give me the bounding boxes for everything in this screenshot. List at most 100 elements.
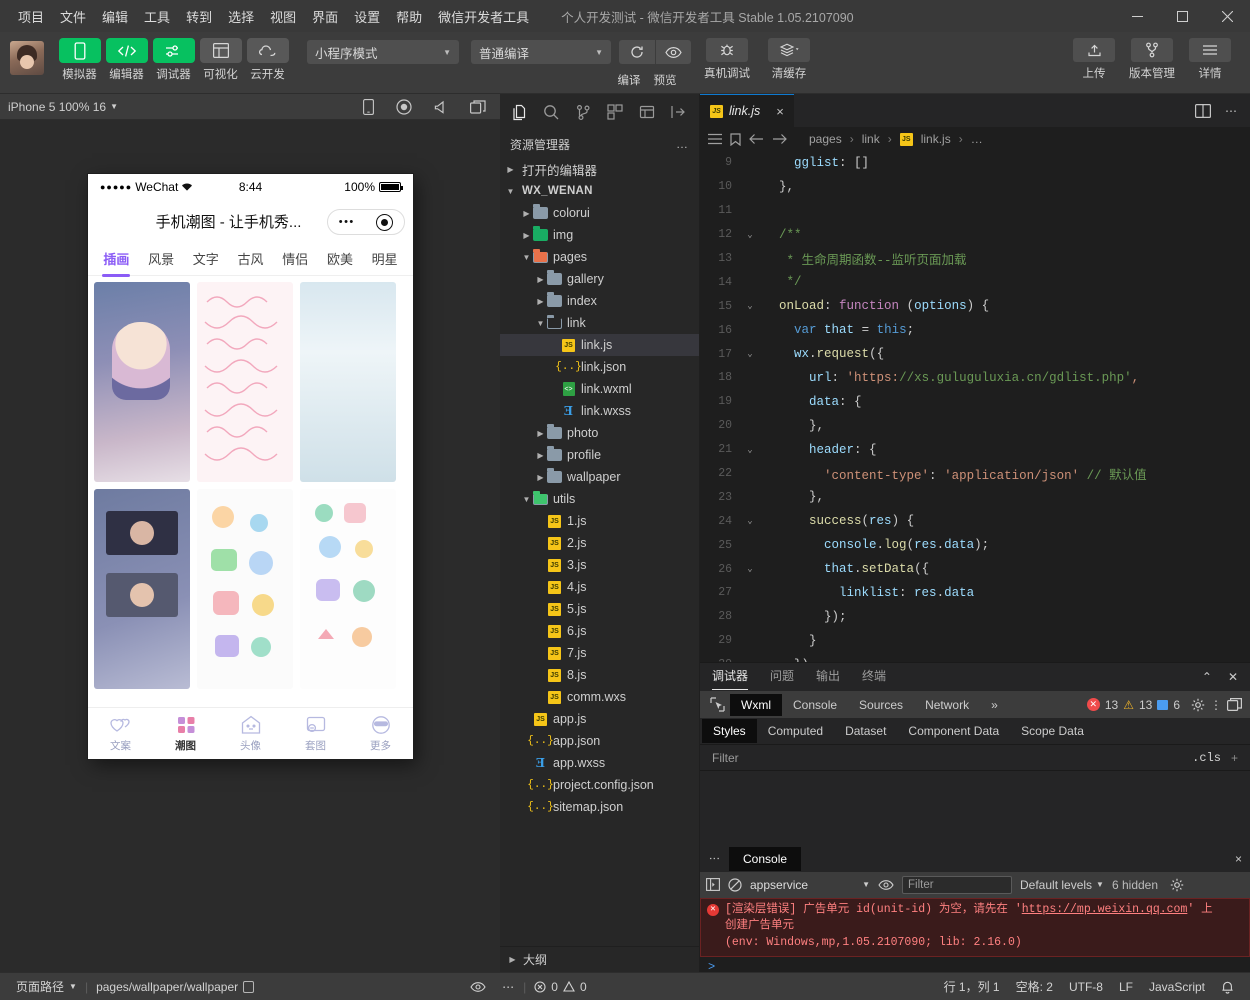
- file-tree-item-profile[interactable]: ▶ profile: [500, 444, 699, 466]
- eye-icon[interactable]: [878, 879, 894, 891]
- menu-item-7[interactable]: 界面: [304, 3, 346, 30]
- settings-icon[interactable]: [1170, 878, 1184, 892]
- grid-card[interactable]: [197, 282, 293, 482]
- code-line[interactable]: 24 ⌄ success(res) {: [700, 509, 1250, 533]
- kebab-icon[interactable]: ⋮: [708, 853, 721, 865]
- file-tree-item-sitemap.json[interactable]: {..} sitemap.json: [500, 796, 699, 818]
- bookmark-icon[interactable]: [730, 132, 741, 146]
- file-tree-item-3.js[interactable]: JS 3.js: [500, 554, 699, 576]
- toolbar-button-云开发[interactable]: 云开发: [244, 38, 291, 82]
- back-icon[interactable]: [749, 133, 764, 145]
- cls-button[interactable]: .cls: [1192, 751, 1221, 765]
- file-tree-item-1.js[interactable]: JS 1.js: [500, 510, 699, 532]
- split-editor-icon[interactable]: [1195, 103, 1211, 118]
- fold-toggle-icon[interactable]: ⌄: [742, 564, 758, 574]
- fold-toggle-icon[interactable]: ⌄: [742, 445, 758, 455]
- debugger-panel-tab-0[interactable]: 调试器: [712, 667, 749, 690]
- capsule-target-icon[interactable]: [376, 213, 394, 231]
- grid-card[interactable]: [94, 282, 190, 482]
- code-line[interactable]: 30 }): [700, 653, 1250, 662]
- close-icon[interactable]: ×: [776, 104, 784, 119]
- chevron-right-icon[interactable]: ▶: [534, 429, 547, 438]
- language-mode[interactable]: JavaScript: [1141, 980, 1213, 994]
- code-line[interactable]: 11: [700, 199, 1250, 223]
- code-line[interactable]: 29 }: [700, 629, 1250, 653]
- code-line[interactable]: 22 'content-type': 'application/json' //…: [700, 462, 1250, 486]
- file-tree-item-index[interactable]: ▶ index: [500, 290, 699, 312]
- phone-tabbar-套图[interactable]: 套图: [283, 714, 348, 753]
- refresh-icon[interactable]: [619, 40, 655, 64]
- status-more-button[interactable]: ⋯: [494, 980, 523, 994]
- console-prompt[interactable]: >: [700, 957, 1250, 972]
- console-levels-select[interactable]: Default levels ▼: [1020, 878, 1104, 892]
- styles-tab-computed[interactable]: Computed: [757, 719, 834, 743]
- fold-toggle-icon[interactable]: ⌄: [742, 516, 758, 526]
- file-tree-item-photo[interactable]: ▶ photo: [500, 422, 699, 444]
- file-tree-item-utils[interactable]: ▼ utils: [500, 488, 699, 510]
- breadcrumb-part-file[interactable]: link.js: [921, 132, 951, 146]
- explorer-section-1[interactable]: ▼ WX_WENAN: [500, 180, 699, 202]
- file-tree-item-colorui[interactable]: ▶ colorui: [500, 202, 699, 224]
- phone-tabbar-文案[interactable]: 文案: [88, 714, 153, 753]
- devtools-tab-console[interactable]: Console: [782, 694, 848, 716]
- file-tree-item-4.js[interactable]: JS 4.js: [500, 576, 699, 598]
- volume-icon[interactable]: [434, 100, 448, 114]
- breadcrumb-part-more[interactable]: …: [971, 132, 983, 146]
- chevron-down-icon[interactable]: ▼: [520, 253, 533, 262]
- extensions-icon[interactable]: [599, 95, 631, 129]
- phone-tab-6[interactable]: 明星: [362, 249, 407, 268]
- code-line[interactable]: 23 },: [700, 485, 1250, 509]
- toolbar-button-模拟器[interactable]: 模拟器: [56, 38, 103, 82]
- phone-tab-2[interactable]: 文字: [183, 249, 228, 268]
- cursor-position[interactable]: 行 1，列 1: [936, 978, 1008, 995]
- menu-item-1[interactable]: 文件: [52, 3, 94, 30]
- devtools-tab-network[interactable]: Network: [914, 694, 980, 716]
- code-line[interactable]: 28 });: [700, 605, 1250, 629]
- snippets-icon[interactable]: [631, 95, 663, 129]
- outline-icon[interactable]: [708, 133, 722, 145]
- clear-cache-button[interactable]: 清缓存: [763, 38, 815, 81]
- settings-icon[interactable]: [1191, 698, 1205, 712]
- file-tree-item-2.js[interactable]: JS 2.js: [500, 532, 699, 554]
- code-line[interactable]: 25 console.log(res.data);: [700, 533, 1250, 557]
- file-tree-item-app.js[interactable]: JS app.js: [500, 708, 699, 730]
- outline-section[interactable]: ▶ 大纲: [500, 946, 699, 972]
- console-error-link[interactable]: https://mp.weixin.qq.com: [1022, 903, 1188, 916]
- chevron-right-icon[interactable]: ▶: [534, 451, 547, 460]
- code-line[interactable]: 20 },: [700, 414, 1250, 438]
- wechat-capsule[interactable]: •••: [327, 209, 405, 235]
- phone-tabbar-潮图[interactable]: 潮图: [153, 714, 218, 753]
- debugger-panel-tab-3[interactable]: 终端: [862, 667, 886, 688]
- page-path-value-group[interactable]: pages/wallpaper/wallpaper: [88, 980, 262, 994]
- console-output[interactable]: ✕ [渲染层错误] 广告单元 id(unit-id) 为空，请先在 'https…: [700, 897, 1250, 972]
- console-hidden-count[interactable]: 6 hidden: [1112, 878, 1158, 892]
- chevron-down-icon[interactable]: ▼: [534, 319, 547, 328]
- eye-icon[interactable]: [655, 40, 691, 64]
- chevron-right-icon[interactable]: ▶: [520, 231, 533, 240]
- fold-toggle-icon[interactable]: ⌄: [742, 301, 758, 311]
- phone-tab-5[interactable]: 欧美: [318, 249, 363, 268]
- mode-select[interactable]: 小程序模式 ▼: [307, 40, 459, 64]
- styles-filter-input[interactable]: Filter: [712, 751, 739, 765]
- window-icon[interactable]: [470, 99, 486, 114]
- close-icon[interactable]: ×: [1235, 852, 1242, 866]
- chevron-right-icon[interactable]: ▶: [504, 165, 517, 174]
- clear-console-icon[interactable]: [728, 877, 742, 892]
- debugger-panel-tab-1[interactable]: 问题: [770, 667, 794, 688]
- avatar[interactable]: [10, 41, 44, 75]
- styles-tab-dataset[interactable]: Dataset: [834, 719, 897, 743]
- file-tree-item-wallpaper[interactable]: ▶ wallpaper: [500, 466, 699, 488]
- chevron-down-icon[interactable]: ▼: [504, 187, 517, 196]
- search-icon[interactable]: [536, 95, 568, 129]
- explorer-section-0[interactable]: ▶ 打开的编辑器: [500, 158, 699, 180]
- file-tree-item-link.wxml[interactable]: <> link.wxml: [500, 378, 699, 400]
- editor-tab-linkjs[interactable]: JS link.js ×: [700, 94, 794, 127]
- console-context-select[interactable]: appservice ▼: [750, 878, 870, 892]
- toolbar-button-调试器[interactable]: 调试器: [150, 38, 197, 82]
- grid-card[interactable]: [197, 489, 293, 689]
- devtools-tab-wxml[interactable]: Wxml: [730, 693, 782, 716]
- file-tree-item-project.config.json[interactable]: {..} project.config.json: [500, 774, 699, 796]
- kebab-icon[interactable]: ⋮: [1210, 698, 1222, 712]
- problems-counts[interactable]: 0 0: [526, 980, 594, 994]
- menu-item-0[interactable]: 项目: [10, 3, 52, 30]
